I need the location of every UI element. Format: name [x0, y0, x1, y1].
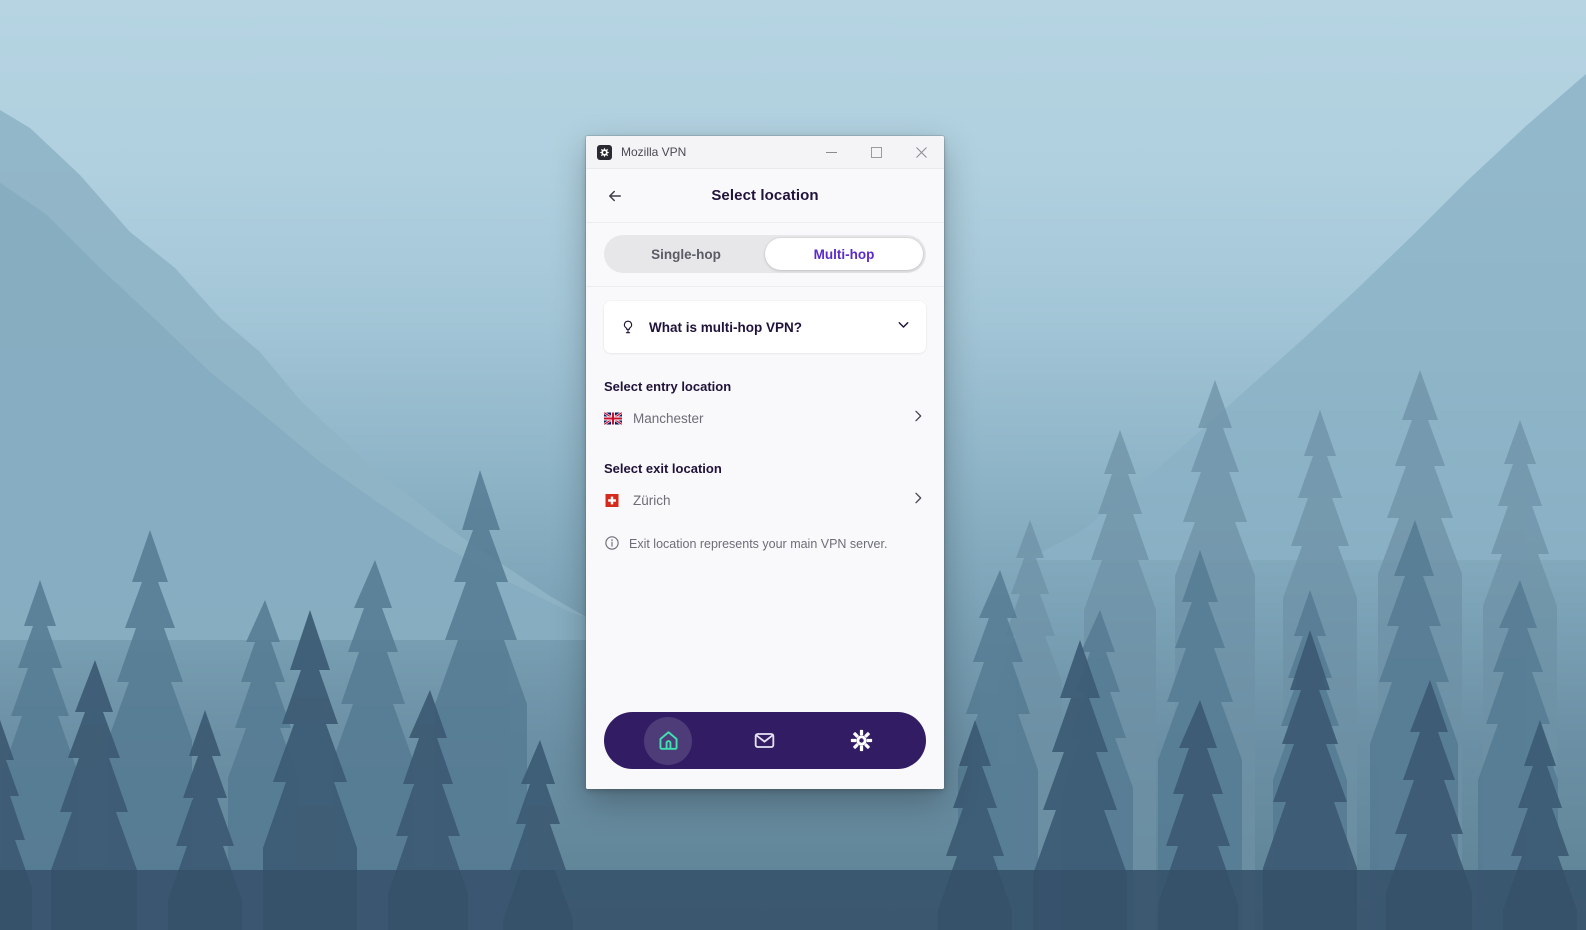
close-icon: [916, 146, 927, 158]
entry-city-name: Manchester: [633, 410, 704, 426]
what-is-multihop-card[interactable]: What is multi-hop VPN?: [604, 301, 926, 353]
close-button[interactable]: [899, 136, 944, 169]
entry-section-label: Select entry location: [604, 379, 732, 394]
nav-messages[interactable]: [741, 717, 789, 765]
screen-header: Select location: [586, 169, 944, 223]
nav-settings[interactable]: [838, 717, 886, 765]
lightbulb-icon: [620, 319, 636, 335]
exit-section-label: Select exit location: [604, 461, 722, 476]
envelope-icon: [755, 733, 775, 748]
home-icon: [659, 731, 678, 750]
hop-mode-tabstrip: Single-hop Multi-hop: [586, 223, 944, 287]
gear-icon: [851, 729, 873, 752]
desktop-wallpaper: Mozilla VPN Select location Single-hop M…: [0, 0, 1586, 930]
maximize-button[interactable]: [854, 136, 899, 169]
segmented-control: Single-hop Multi-hop: [604, 235, 926, 273]
mountain-ridge-right: [1026, 40, 1586, 560]
tab-single-hop[interactable]: Single-hop: [607, 238, 765, 270]
bottom-nav-wrapper: [586, 698, 944, 789]
chevron-down-icon[interactable]: [895, 316, 912, 338]
flag-switzerland-icon: [604, 493, 622, 507]
info-card-label: What is multi-hop VPN?: [649, 319, 802, 335]
exit-location-note: Exit location represents your main VPN s…: [604, 535, 926, 552]
note-text: Exit location represents your main VPN s…: [629, 537, 888, 551]
minimize-icon: [826, 151, 837, 153]
window-titlebar[interactable]: Mozilla VPN: [586, 136, 944, 169]
titlebar-left: Mozilla VPN: [586, 144, 809, 160]
info-circle-icon: [604, 535, 620, 551]
exit-location-row[interactable]: Zürich: [604, 483, 926, 517]
page-title: Select location: [711, 187, 819, 204]
tab-multi-hop[interactable]: Multi-hop: [765, 238, 923, 270]
nav-home[interactable]: [644, 716, 693, 765]
window-title: Mozilla VPN: [621, 145, 687, 159]
minimize-button[interactable]: [809, 136, 854, 169]
mozilla-vpn-logo-icon: [597, 144, 612, 160]
chevron-right-icon[interactable]: [910, 408, 926, 429]
window-controls: [809, 136, 944, 169]
arrow-left-icon: [609, 190, 621, 201]
flag-uk-icon: [604, 411, 622, 425]
maximize-icon: [871, 146, 882, 158]
exit-city-name: Zürich: [633, 492, 671, 508]
back-button[interactable]: [600, 181, 630, 211]
mozilla-vpn-window: Mozilla VPN Select location Single-hop M…: [586, 136, 944, 789]
chevron-right-icon[interactable]: [910, 490, 926, 511]
entry-location-row[interactable]: Manchester: [604, 401, 926, 435]
bottom-navbar: [604, 712, 926, 769]
location-body: What is multi-hop VPN? Select entry loca…: [586, 287, 944, 698]
